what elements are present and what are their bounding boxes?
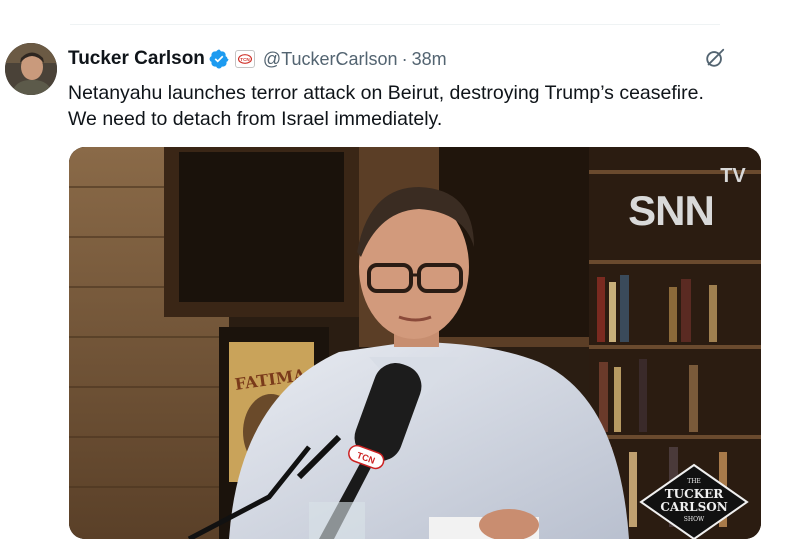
author-handle[interactable]: @TuckerCarlson [263, 49, 398, 70]
show-logo-bottom: SHOW [684, 516, 705, 523]
video-frame: FATIMA TCN TV SNN THE TUCKER CARLSON SHO… [69, 147, 761, 539]
tweet-text-line: We need to detach from Israel immediatel… [68, 108, 443, 130]
show-logo-line1: TUCKER [665, 487, 725, 501]
tweet-header: Tucker Carlson TCN @TuckerCarlson · 38m [68, 45, 447, 73]
affiliate-badge[interactable]: TCN [234, 50, 255, 68]
show-logo-line2: CARLSON [660, 500, 727, 514]
affiliate-badge-text: TCN [240, 57, 250, 62]
watermark-brand: SNN [628, 187, 714, 234]
author-name[interactable]: Tucker Carlson [68, 48, 205, 70]
grok-icon[interactable] [704, 47, 726, 69]
timeline-divider [70, 24, 720, 25]
separator-dot: · [401, 48, 408, 69]
avatar[interactable] [5, 43, 57, 95]
tweet-text: Netanyahu launches terror attack on Beir… [68, 80, 768, 132]
tweet-text-line: Netanyahu launches terror attack on Beir… [68, 82, 704, 104]
verified-badge-icon [209, 49, 229, 69]
timestamp[interactable]: 38m [412, 49, 447, 70]
watermark-tv: TV [720, 165, 746, 187]
show-logo-top: THE [687, 478, 701, 485]
tweet-video[interactable]: FATIMA TCN TV SNN THE TUCKER CARLSON SHO… [69, 147, 761, 539]
